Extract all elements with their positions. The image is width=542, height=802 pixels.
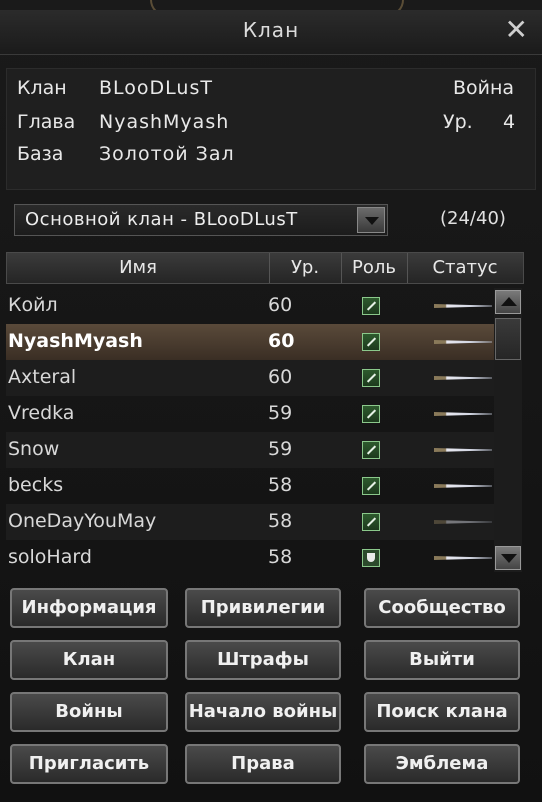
member-name: Койл (8, 294, 58, 316)
member-table-header: Имя Ур. Роль Статус (6, 252, 524, 284)
dagger-icon (434, 484, 492, 488)
clan-selector-value: Основной клан - BLooDLusT (25, 209, 298, 230)
member-name: becks (8, 474, 64, 496)
search-clan-button[interactable]: Поиск клана (364, 692, 520, 732)
dagger-icon (434, 340, 492, 344)
clan-button[interactable]: Клан (10, 640, 168, 680)
clan-name: BLooDLusT (99, 77, 213, 99)
rights-button[interactable]: Права (185, 744, 341, 784)
scroll-up-icon[interactable] (495, 290, 521, 314)
start-war-button[interactable]: Начало войны (185, 692, 341, 732)
table-row[interactable]: Vredka 59 (6, 396, 494, 432)
table-row[interactable]: becks 58 (6, 468, 494, 504)
privileges-button[interactable]: Привилегии (185, 588, 341, 628)
table-row[interactable]: Койл 60 (6, 288, 494, 324)
leader-label: Глава (17, 111, 76, 133)
member-count: (24/40) (440, 208, 506, 229)
dagger-icon (434, 412, 492, 416)
member-name: Vredka (8, 402, 75, 424)
dagger-icon (434, 520, 492, 524)
header-status[interactable]: Статус (407, 257, 523, 278)
member-level: 60 (268, 366, 293, 388)
member-level: 58 (268, 510, 293, 532)
member-list-scrollbar[interactable] (494, 288, 522, 572)
community-button[interactable]: Сообщество (364, 588, 520, 628)
penalties-button[interactable]: Штрафы (185, 640, 341, 680)
window-title: Клан (242, 18, 300, 42)
wars-button[interactable]: Войны (10, 692, 168, 732)
title-bar: Клан ✕ (0, 10, 542, 55)
member-level: 59 (268, 438, 293, 460)
member-name: OneDayYouMay (8, 510, 157, 532)
clan-selector[interactable]: Основной клан - BLooDLusT (14, 204, 388, 236)
clan-label: Клан (17, 77, 67, 99)
dagger-icon (434, 376, 492, 380)
dagger-icon (434, 448, 492, 452)
leader-name: NyashMyash (99, 111, 230, 133)
header-level[interactable]: Ур. (269, 257, 341, 278)
level-label: Ур. (443, 111, 473, 133)
header-name[interactable]: Имя (7, 257, 269, 278)
member-level: 58 (268, 474, 293, 496)
member-list: Койл 60 NyashMyash 60 Axteral 60 Vredka … (6, 288, 494, 576)
close-icon[interactable]: ✕ (505, 14, 528, 46)
invite-button[interactable]: Пригласить (10, 744, 168, 784)
shield-icon (362, 549, 380, 567)
war-label: Война (453, 77, 515, 99)
member-level: 58 (268, 546, 293, 568)
scroll-down-icon[interactable] (495, 546, 521, 570)
sword-icon (362, 333, 380, 351)
member-level: 59 (268, 402, 293, 424)
table-row[interactable]: Axteral 60 (6, 360, 494, 396)
dagger-icon (434, 304, 492, 308)
chevron-down-icon[interactable] (357, 207, 385, 233)
base-label: База (17, 143, 64, 165)
base-name: Золотой Зал (99, 143, 235, 165)
sword-icon (362, 513, 380, 531)
clan-window: Клан ✕ Клан BLooDLusT Глава NyashMyash Б… (0, 0, 542, 802)
member-level: 60 (268, 330, 295, 352)
table-row[interactable]: soloHard 58 (6, 540, 494, 576)
sword-icon (362, 369, 380, 387)
table-row[interactable]: OneDayYouMay 58 (6, 504, 494, 540)
info-button[interactable]: Информация (10, 588, 168, 628)
sword-icon (362, 405, 380, 423)
member-name: soloHard (8, 546, 92, 568)
member-name: Axteral (8, 366, 77, 388)
emblem-button[interactable]: Эмблема (364, 744, 520, 784)
clan-level: 4 (503, 111, 516, 133)
table-row[interactable]: Snow 59 (6, 432, 494, 468)
member-name: Snow (8, 438, 60, 460)
scroll-thumb[interactable] (495, 318, 521, 360)
member-level: 60 (268, 294, 293, 316)
clan-info-panel: Клан BLooDLusT Глава NyashMyash База Зол… (6, 68, 536, 190)
table-row[interactable]: NyashMyash 60 (6, 324, 494, 360)
header-role[interactable]: Роль (341, 257, 407, 278)
sword-icon (362, 297, 380, 315)
member-name: NyashMyash (8, 330, 143, 352)
dagger-icon (434, 556, 492, 560)
sword-icon (362, 441, 380, 459)
sword-icon (362, 477, 380, 495)
leave-button[interactable]: Выйти (364, 640, 520, 680)
